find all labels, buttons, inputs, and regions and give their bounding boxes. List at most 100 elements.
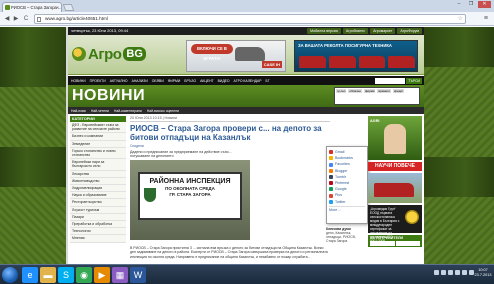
category-item[interactable]: Горско стопанство и ловно стопанство [70, 147, 126, 160]
site-logo[interactable]: Агро BG [72, 41, 146, 67]
main-nav: НОВИНИ ПРОЕКТИ АКТУАЛНО АНАЛИЗИ ОБЯВИ ФИ… [68, 76, 424, 85]
bookmark-star-icon[interactable]: ☆ [458, 15, 463, 23]
category-item[interactable]: Бизнес и компании [70, 133, 126, 141]
nav-item-video[interactable]: ВИДЕО [218, 79, 230, 83]
article-photo[interactable]: РАЙОННА ИНСПЕКЦИЯ ПО ОКОЛНАТА СРЕДА ГР. … [130, 160, 250, 240]
tray-icon[interactable] [434, 270, 439, 275]
media-player-icon[interactable]: ▶ [94, 267, 110, 283]
subnav-most-commented[interactable]: Най-коментирани [114, 109, 142, 113]
category-item[interactable]: Хидромелиорации [70, 185, 126, 193]
learn-more-button[interactable]: НАУЧИ ПОВЕЧЕ [368, 162, 422, 171]
article-body: В РИОСВ – Стара Загора пристигна 3 ... с… [130, 246, 328, 259]
header-banner-ad-caseih[interactable]: ВКЛЮЧИ СЕ В ИГРАТА! CASE IH [186, 40, 286, 72]
category-sidebar: КАТЕГОРИИ ДФЗ - Европейският съюз за раз… [70, 116, 126, 264]
reload-button[interactable]: C [22, 15, 30, 23]
tractors-image [299, 56, 415, 68]
clock-date: 23.7.2013 [474, 273, 492, 277]
category-item[interactable]: ДФЗ - Европейският съюз за развитие на с… [70, 122, 126, 134]
widget-tab[interactable]: кредит [393, 89, 405, 93]
word-icon[interactable]: W [130, 267, 146, 283]
widget-tab[interactable]: времето [377, 89, 392, 93]
chrome-icon[interactable]: ◉ [76, 267, 92, 283]
subnav-top-rated[interactable]: Най-високо оценени [147, 109, 179, 113]
agrobusiness-link[interactable]: Агробизнес [342, 28, 369, 34]
agromarket-link[interactable]: Агромаркет [370, 28, 396, 34]
category-item[interactable]: Ресторантьорство [70, 199, 126, 207]
browser-menu-icon[interactable]: ≡ [484, 15, 488, 22]
share-link[interactable]: Сподели [130, 144, 330, 148]
tab-strip: РИОСВ – Стара Загора ... × – ❐ ✕ [0, 0, 494, 12]
address-bar[interactable]: www.agro.bg/article40651.html ☆ [34, 14, 466, 24]
keywords-text[interactable]: депо, Казанлък, отпадъци, РИОСВ, Стара З… [326, 231, 356, 243]
maximize-button[interactable]: ❐ [466, 1, 476, 8]
sidebar-ad-person[interactable]: AGRI [368, 116, 422, 160]
minimize-button[interactable]: – [454, 1, 464, 8]
nav-item-quick[interactable]: БРЪЗО [184, 79, 196, 83]
widget-tab[interactable]: гр.сел [336, 89, 347, 93]
search-input[interactable] [375, 77, 406, 84]
google-icon [329, 187, 333, 192]
system-tray [434, 270, 474, 275]
subnav-latest[interactable]: Най-нови [71, 109, 86, 113]
tray-icon[interactable] [462, 270, 467, 275]
nav-item-analysis[interactable]: АНАЛИЗИ [132, 79, 148, 83]
skype-icon[interactable]: S [58, 267, 74, 283]
nav-item-focus[interactable]: АКЦЕНТ [200, 79, 214, 83]
tray-icon[interactable] [455, 270, 460, 275]
new-tab-button[interactable] [62, 4, 75, 11]
sidebar-ad-machinery[interactable] [368, 173, 422, 203]
ad-title: ЗА ВАШАТА РЕКОЛТА ПОСИГУРНА ТЕХНИКА [298, 43, 392, 48]
share-more-link[interactable]: More ... [329, 205, 365, 213]
nav-item-companies[interactable]: ФИРМИ [168, 79, 181, 83]
background-field [0, 187, 66, 264]
nav-item-calendar[interactable]: АГРО КАЛЕНДАР [234, 79, 262, 83]
category-item[interactable]: Лекарства [70, 170, 126, 178]
background-field [422, 197, 494, 264]
category-item[interactable]: Лоукост туризъм [70, 206, 126, 214]
category-item[interactable]: Преработка и обработка [70, 221, 126, 229]
nav-item-current[interactable]: АКТУАЛНО [110, 79, 128, 83]
site-container: четвъртък, 23 Юни 2013, 09:44 Мобилна ве… [68, 27, 424, 264]
ad-brand: CASE IH [261, 61, 282, 68]
category-item[interactable]: Европейски пари за българското село [70, 159, 126, 171]
search-button[interactable]: ТЪРСИ [406, 77, 422, 84]
forward-button[interactable]: ▶ [12, 15, 20, 23]
nav-item-bg[interactable]: БГ [265, 79, 269, 83]
tray-icon[interactable] [448, 270, 453, 275]
mobile-version-link[interactable]: Мобилна версия [307, 28, 341, 34]
category-item[interactable]: Земеделие [70, 140, 126, 148]
category-item[interactable]: Мнения [70, 235, 126, 243]
tumblr-icon [329, 174, 333, 179]
browser-toolbar: ◀ ▶ C www.agro.bg/article40651.html ☆ ≡ [0, 12, 494, 26]
iso-certificate-ad[interactable]: „Агромедия Груп“ ЕООД първата селскостоп… [368, 205, 422, 243]
browser-tab[interactable]: РИОСВ – Стара Загора ... × [2, 2, 62, 12]
category-item[interactable]: Наука и образование [70, 192, 126, 200]
widget-tabs: гр.сел облачно фирми времето кредит [335, 88, 419, 94]
widget-tab[interactable]: облачно [348, 89, 362, 93]
agroforum-link[interactable]: АгроФорум [397, 28, 422, 34]
internet-explorer-icon[interactable]: e [22, 267, 38, 283]
ad-pill: ВКЛЮЧИ СЕ В ИГРАТА! [191, 44, 233, 61]
back-button[interactable]: ◀ [3, 15, 11, 23]
section-banner: НОВИНИ гр.сел облачно фирми времето кред… [68, 85, 424, 107]
close-window-button[interactable]: ✕ [478, 1, 491, 8]
right-sidebar: AGRI НАУЧИ ПОВЕЧЕ „Агромедия Груп“ ЕООД … [368, 116, 422, 264]
start-button[interactable] [2, 267, 18, 283]
tab-close-icon[interactable]: × [56, 3, 59, 12]
header-banner-ad-tractors[interactable]: ЗА ВАШАТА РЕКОЛТА ПОСИГУРНА ТЕХНИКА [294, 40, 418, 72]
category-item[interactable]: Технологии [70, 228, 126, 236]
photo-icon[interactable]: ▦ [112, 267, 128, 283]
folder-icon[interactable]: ▬ [40, 267, 56, 283]
nav-item-ads[interactable]: ОБЯВИ [152, 79, 164, 83]
nav-item-news[interactable]: НОВИНИ [71, 79, 86, 83]
category-item[interactable]: Пазари [70, 213, 126, 222]
nav-item-projects[interactable]: ПРОЕКТИ [90, 79, 106, 83]
subnav-most-read[interactable]: Най-четени [91, 109, 109, 113]
category-item[interactable]: Животновъдство [70, 177, 126, 186]
tray-icon[interactable] [441, 270, 446, 275]
keywords-block: Ключови думи депо, Казанлък, отпадъци, Р… [326, 227, 366, 243]
widget-tab[interactable]: фирми [363, 89, 376, 93]
share-item-twitter[interactable]: Twitter [329, 199, 365, 205]
system-clock[interactable]: 10:07 23.7.2013 [474, 268, 492, 278]
site-topbar: четвъртък, 23 Юни 2013, 09:44 Мобилна ве… [68, 27, 424, 35]
